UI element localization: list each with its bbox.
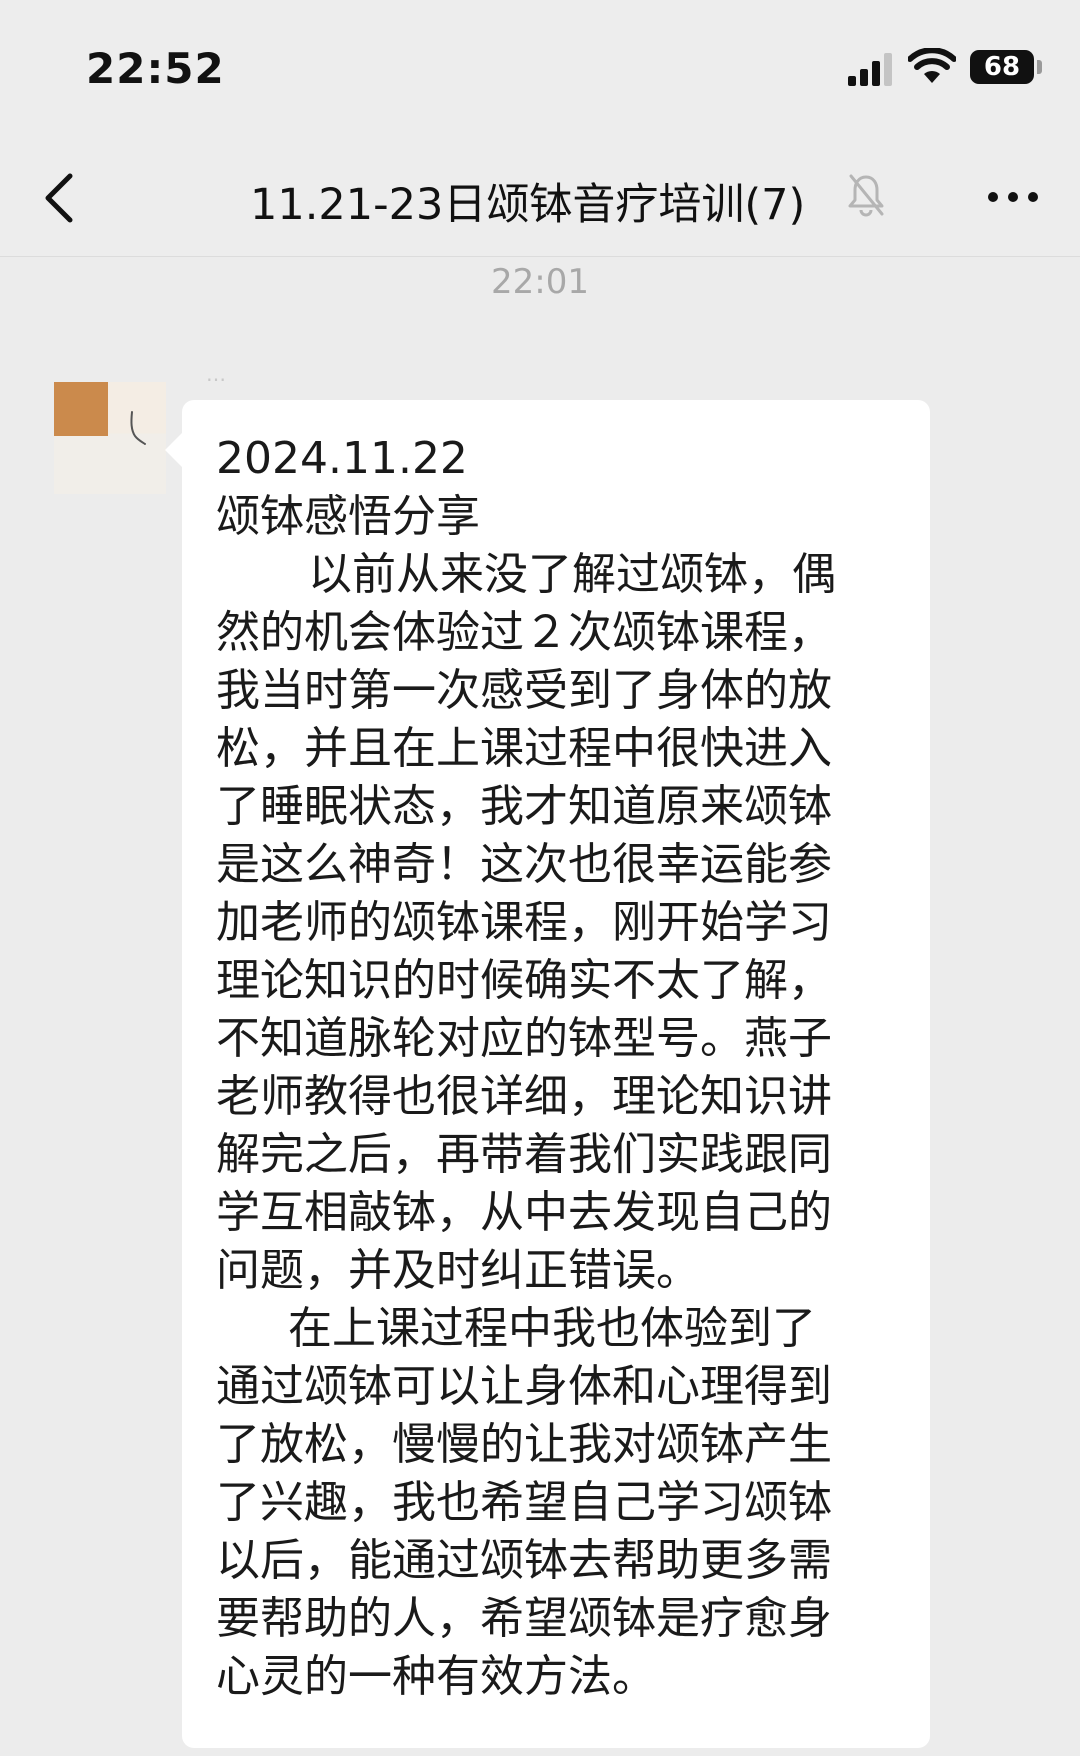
avatar-mark xyxy=(130,411,146,445)
chat-title: 11.21-23日颂钵音疗培训(7) xyxy=(250,180,806,230)
message-bubble[interactable]: 2024.11.22 颂钵感悟分享 以前从来没了解过颂钵，偶 然的机会体验过２次… xyxy=(182,400,930,1748)
message-line: 颂钵感悟分享 xyxy=(216,491,480,542)
avatar-color-block xyxy=(54,382,108,436)
battery-icon: 68 xyxy=(970,50,1034,84)
message-line: 学互相敲钵，从中去发现自己的 xyxy=(216,1187,832,1238)
message-line: 老师教得也很详细，理论知识讲 xyxy=(216,1071,832,1122)
chat-header: 11.21-23日颂钵音疗培训(7) xyxy=(0,140,1080,257)
avatar[interactable] xyxy=(54,382,166,494)
message-line: 以前从来没了解过颂钵，偶 xyxy=(308,549,836,600)
message-line: 是这么神奇！这次也很幸运能参 xyxy=(216,839,832,890)
message-line: 加老师的颂钵课程，刚开始学习 xyxy=(216,897,832,948)
message-line: 理论知识的时候确实不太了解， xyxy=(216,955,832,1006)
status-bar: 22:52 68 xyxy=(0,0,1080,140)
message-line: 2024.11.22 xyxy=(216,433,468,484)
message-line: 松，并且在上课过程中很快进入 xyxy=(216,723,832,774)
message-line: 不知道脉轮对应的钵型号。燕子 xyxy=(216,1013,832,1064)
more-icon[interactable] xyxy=(985,185,1041,209)
sender-name: … xyxy=(206,362,226,386)
message-line: 要帮助的人，希望颂钵是疗愈身 xyxy=(216,1593,832,1644)
message-line: 以后，能通过颂钵去帮助更多需 xyxy=(216,1535,832,1586)
message-line: 解完之后，再带着我们实践跟同 xyxy=(216,1129,832,1180)
message-line: 了睡眠状态，我才知道原来颂钵 xyxy=(216,781,832,832)
back-icon[interactable] xyxy=(40,170,80,226)
signal-icon xyxy=(848,53,892,86)
message-line: 了放松，慢慢的让我对颂钵产生 xyxy=(216,1419,832,1470)
status-time: 22:52 xyxy=(86,44,225,93)
message-line: 了兴趣，我也希望自己学习颂钵 xyxy=(216,1477,832,1528)
message-line: 问题，并及时纠正错误。 xyxy=(216,1245,700,1296)
message-line: 心灵的一种有效方法。 xyxy=(216,1651,656,1702)
message-text: 2024.11.22 颂钵感悟分享 以前从来没了解过颂钵，偶 然的机会体验过２次… xyxy=(216,430,896,1706)
message-line: 然的机会体验过２次颂钵课程， xyxy=(216,607,832,658)
wifi-icon xyxy=(908,48,956,83)
message-line: 我当时第一次感受到了身体的放 xyxy=(216,665,832,716)
battery-cap xyxy=(1037,60,1042,74)
message-line: 通过颂钵可以让身体和心理得到 xyxy=(216,1361,832,1412)
mute-icon xyxy=(848,174,884,217)
message-line: 在上课过程中我也体验到了 xyxy=(288,1303,816,1354)
message-timestamp: 22:01 xyxy=(491,262,589,302)
